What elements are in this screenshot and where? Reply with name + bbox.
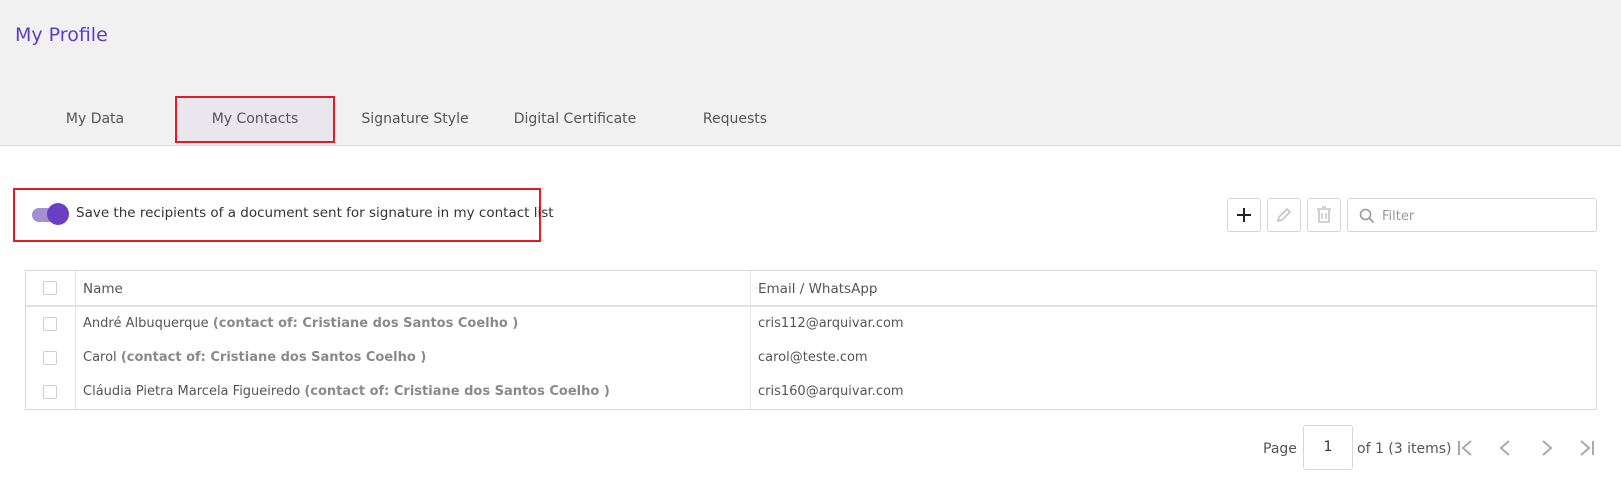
last-page-icon[interactable] xyxy=(1574,437,1598,459)
plus-icon xyxy=(1237,208,1251,222)
add-contact-button[interactable] xyxy=(1227,198,1261,232)
edit-contact-button[interactable] xyxy=(1267,198,1301,232)
contact-name: André Albuquerque xyxy=(83,316,209,331)
tab-digital-certificate[interactable]: Digital Certificate xyxy=(505,96,645,143)
tab-my-data[interactable]: My Data xyxy=(40,96,150,143)
filter-input[interactable] xyxy=(1380,206,1584,226)
contact-owner: (contact of: Cristiane dos Santos Coelho… xyxy=(120,350,427,365)
filter-field xyxy=(1347,198,1597,232)
column-header-name[interactable]: Name xyxy=(83,281,123,297)
tab-signature-style[interactable]: Signature Style xyxy=(350,96,480,143)
delete-contact-button[interactable] xyxy=(1307,198,1341,232)
contact-owner: (contact of: Cristiane dos Santos Coelho… xyxy=(212,316,519,331)
page-title: My Profile xyxy=(15,24,108,46)
page-number-input[interactable]: 1 xyxy=(1303,425,1353,470)
table-row[interactable]: Cláudia Pietra Marcela Figueiredo (conta… xyxy=(26,375,1596,409)
trash-icon xyxy=(1317,206,1331,223)
table-row[interactable]: Carol (contact of: Cristiane dos Santos … xyxy=(26,341,1596,375)
save-recipients-setting: Save the recipients of a document sent f… xyxy=(13,188,554,242)
pencil-icon xyxy=(1276,207,1292,223)
row-checkbox[interactable] xyxy=(43,385,57,399)
previous-page-icon[interactable] xyxy=(1494,437,1518,459)
save-recipients-label: Save the recipients of a document sent f… xyxy=(76,205,554,221)
page-summary: of 1 (3 items) xyxy=(1357,441,1452,457)
toggle-knob[interactable] xyxy=(47,203,69,225)
row-checkbox[interactable] xyxy=(43,351,57,365)
table-header: Name Email / WhatsApp xyxy=(26,271,1596,307)
profile-header: My Profile My Data My Contacts Signature… xyxy=(0,0,1621,146)
contact-name: Cláudia Pietra Marcela Figueiredo xyxy=(83,384,301,399)
contact-name-cell: Carol (contact of: Cristiane dos Santos … xyxy=(83,350,426,365)
row-checkbox[interactable] xyxy=(43,317,57,331)
tab-requests[interactable]: Requests xyxy=(690,96,780,143)
contact-owner: (contact of: Cristiane dos Santos Coelho… xyxy=(304,384,610,399)
contact-email: cris160@arquivar.com xyxy=(758,384,904,399)
contact-name: Carol xyxy=(83,350,117,365)
contact-email: cris112@arquivar.com xyxy=(758,316,904,331)
contact-name-cell: Cláudia Pietra Marcela Figueiredo (conta… xyxy=(83,384,610,399)
contact-name-cell: André Albuquerque (contact of: Cristiane… xyxy=(83,316,518,331)
tab-my-contacts[interactable]: My Contacts xyxy=(175,96,335,143)
column-header-email[interactable]: Email / WhatsApp xyxy=(758,281,877,297)
contacts-table: Name Email / WhatsApp André Albuquerque … xyxy=(25,270,1597,410)
contact-email: carol@teste.com xyxy=(758,350,868,365)
next-page-icon[interactable] xyxy=(1534,437,1558,459)
search-icon xyxy=(1359,208,1375,224)
page-label: Page xyxy=(1263,441,1297,457)
table-row[interactable]: André Albuquerque (contact of: Cristiane… xyxy=(26,307,1596,341)
select-all-checkbox[interactable] xyxy=(43,281,57,295)
first-page-icon[interactable] xyxy=(1454,437,1478,459)
